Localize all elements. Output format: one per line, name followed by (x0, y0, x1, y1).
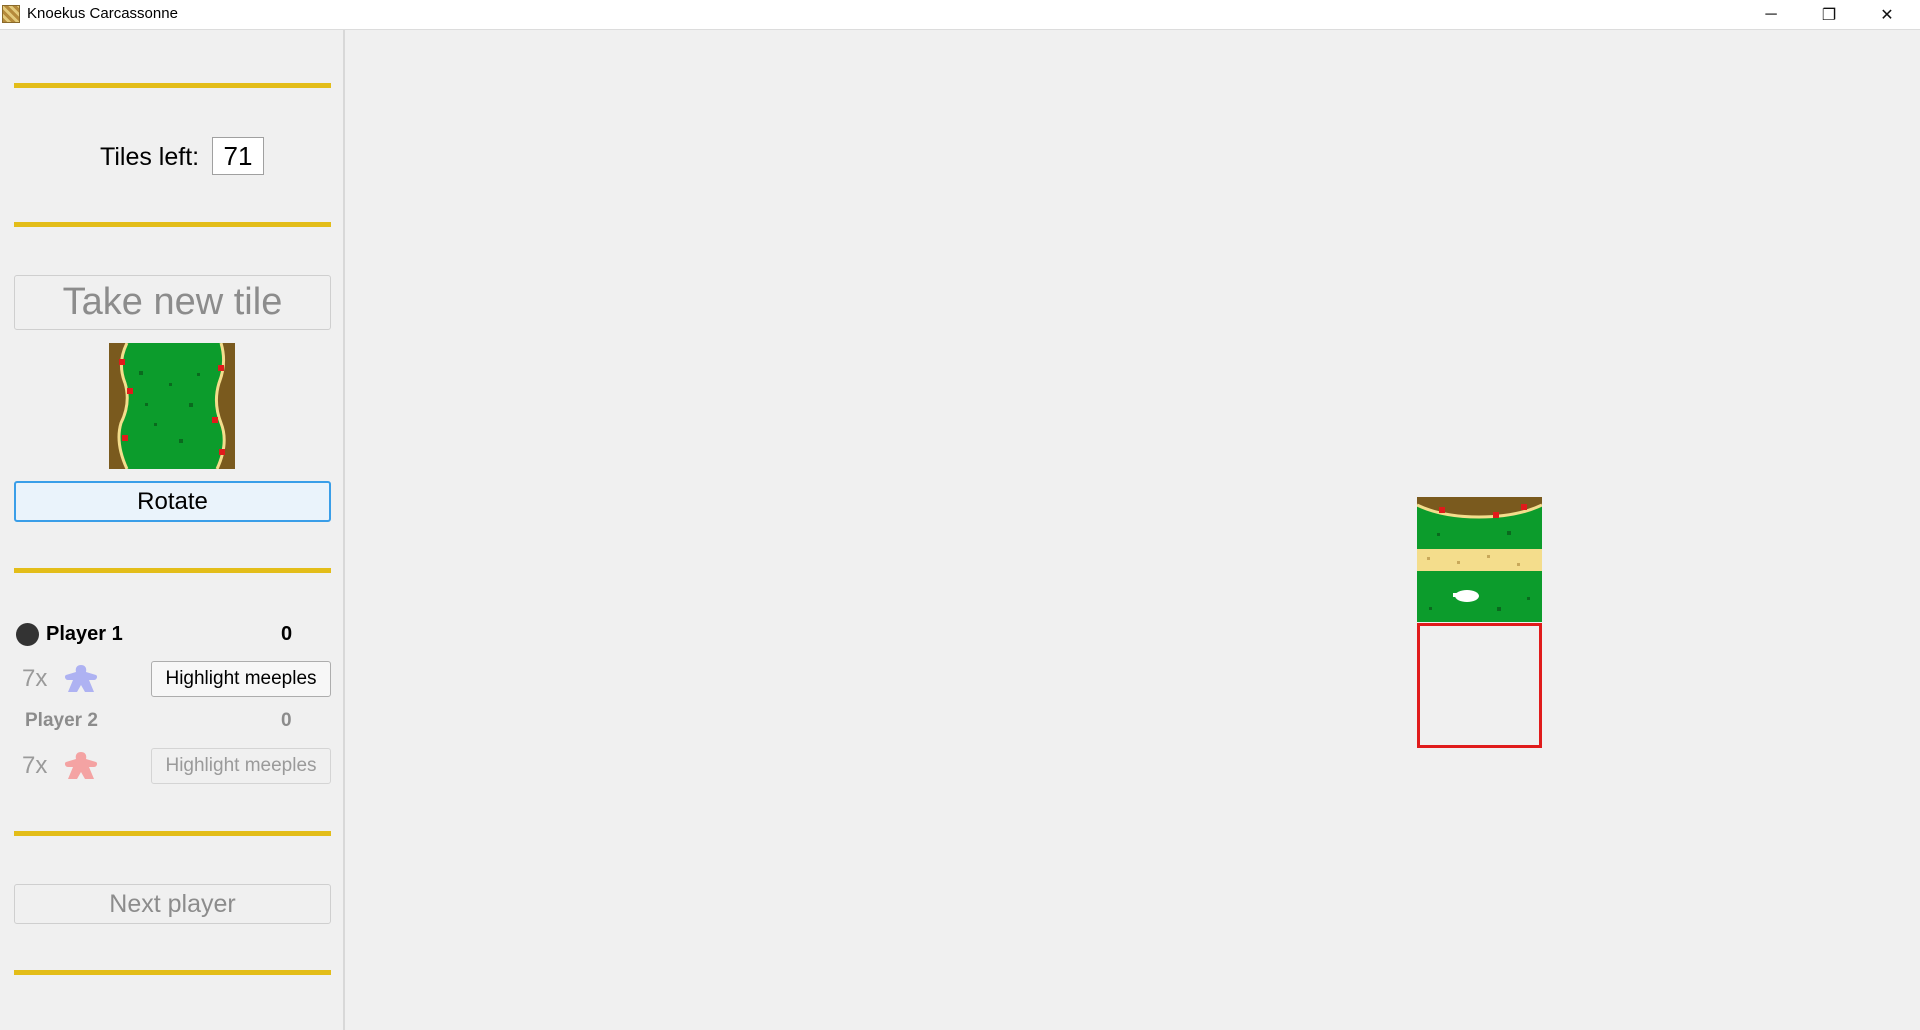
game-board[interactable] (347, 30, 1920, 1030)
take-new-tile-button[interactable]: Take new tile (14, 275, 331, 330)
rotate-button[interactable]: Rotate (14, 481, 331, 522)
meeple-icon (64, 752, 98, 779)
maximize-button[interactable]: ❐ (1800, 0, 1858, 29)
tiles-left-label: Tiles left: (100, 143, 200, 171)
player-2-highlight-meeples-button[interactable]: Highlight meeples (151, 748, 331, 784)
close-button[interactable]: ✕ (1858, 0, 1916, 29)
minimize-button[interactable]: ─ (1742, 0, 1800, 29)
divider (14, 970, 331, 975)
current-tile-preview (109, 343, 235, 469)
title-bar: Knoekus Carcassonne ─ ❐ ✕ (0, 0, 1920, 30)
tiles-left-count: 71 (212, 137, 264, 175)
sidebar: Tiles left: 71 Take new tile Rotate Play… (0, 30, 345, 1030)
player-1-highlight-meeples-button[interactable]: Highlight meeples (151, 661, 331, 697)
divider (14, 568, 331, 573)
player-2-meeple-count: 7x (22, 752, 48, 779)
meeple-icon (64, 665, 98, 692)
tile-placement-slot[interactable] (1417, 623, 1542, 748)
player-2-score: 0 (281, 710, 292, 731)
player-1-score: 0 (281, 623, 293, 645)
app-icon (2, 5, 20, 23)
divider (14, 222, 331, 227)
window-title: Knoekus Carcassonne (27, 5, 178, 22)
player-2-name: Player 2 (25, 710, 98, 731)
active-player-indicator (16, 623, 39, 646)
divider (14, 83, 331, 88)
next-player-button[interactable]: Next player (14, 884, 331, 924)
player-1-name: Player 1 (46, 623, 123, 645)
divider (14, 831, 331, 836)
placed-tile (1417, 497, 1542, 622)
player-1-meeple-count: 7x (22, 665, 48, 692)
